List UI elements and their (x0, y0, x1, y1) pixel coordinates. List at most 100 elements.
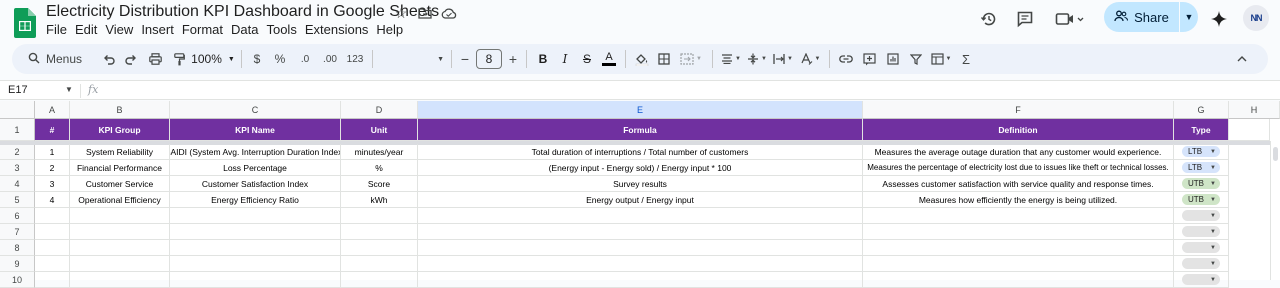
text-rotation-icon[interactable]: ▼ (796, 47, 824, 71)
table-cell-formula[interactable]: Total duration of interruptions / Total … (418, 144, 863, 160)
insert-comment-icon[interactable] (857, 47, 881, 71)
empty-cell[interactable] (70, 240, 170, 256)
share-button[interactable]: Share ▼ (1104, 2, 1198, 32)
table-cell-type[interactable]: ▼ (1174, 256, 1229, 272)
chevron-down-icon[interactable]: ▼ (1180, 2, 1198, 32)
type-dropdown-chip[interactable]: LTB ▼ (1182, 146, 1220, 157)
type-dropdown-chip[interactable]: UTB ▼ (1182, 194, 1220, 205)
empty-cell[interactable] (70, 256, 170, 272)
table-cell-type[interactable]: LTB ▼ (1174, 160, 1229, 176)
table-cell-type[interactable]: UTB ▼ (1174, 192, 1229, 208)
empty-cell[interactable] (341, 240, 418, 256)
empty-cell[interactable] (70, 208, 170, 224)
table-cell-type[interactable]: UTB ▼ (1174, 176, 1229, 192)
empty-cell[interactable] (418, 240, 863, 256)
table-cell-type[interactable]: ▼ (1174, 272, 1229, 288)
column-header-f[interactable]: F (863, 101, 1174, 119)
sheets-logo-icon[interactable] (14, 8, 36, 38)
empty-cell[interactable] (418, 224, 863, 240)
filter-views-icon[interactable]: ▼ (927, 47, 955, 71)
history-icon[interactable] (978, 8, 1000, 30)
meet-icon[interactable] (1054, 8, 1086, 30)
table-cell-type[interactable]: ▼ (1174, 240, 1229, 256)
menu-data[interactable]: Data (231, 22, 265, 37)
functions-icon[interactable]: Σ (955, 47, 977, 71)
row-header[interactable]: 6 (0, 208, 35, 224)
column-header-g[interactable]: G (1174, 101, 1229, 119)
redo-icon[interactable] (120, 47, 142, 71)
text-wrapping-icon[interactable]: ▼ (770, 47, 796, 71)
table-cell-kpi-group[interactable]: Customer Service (70, 176, 170, 192)
empty-cell[interactable] (341, 256, 418, 272)
collapse-toolbar-icon[interactable] (1222, 47, 1262, 71)
type-dropdown-chip[interactable]: ▼ (1182, 210, 1220, 221)
table-cell-kpi-name[interactable]: Energy Efficiency Ratio (170, 192, 341, 208)
table-cell-kpi-group[interactable]: Financial Performance (70, 160, 170, 176)
document-title[interactable]: Electricity Distribution KPI Dashboard i… (46, 3, 439, 21)
vertical-scrollbar-thumb[interactable] (1273, 147, 1278, 161)
empty-cell[interactable] (341, 272, 418, 288)
zoom-select[interactable]: 100% ▼ (190, 47, 236, 71)
table-cell-number[interactable]: 4 (35, 192, 70, 208)
type-dropdown-chip[interactable]: ▼ (1182, 258, 1220, 269)
empty-cell[interactable] (70, 272, 170, 288)
table-cell-unit[interactable]: kWh (341, 192, 418, 208)
row-header[interactable]: 7 (0, 224, 35, 240)
empty-cell[interactable] (341, 208, 418, 224)
empty-cell[interactable] (35, 272, 70, 288)
table-cell-definition[interactable]: Assesses customer satisfaction with serv… (863, 176, 1174, 192)
table-cell-number[interactable]: 3 (35, 176, 70, 192)
header-cell-number[interactable]: # (35, 119, 70, 141)
strikethrough-icon[interactable]: S (576, 47, 598, 71)
percent-format-button[interactable]: % (267, 47, 293, 71)
font-size-field[interactable]: 8 (473, 47, 505, 71)
paint-format-icon[interactable] (168, 47, 190, 71)
empty-cell[interactable] (170, 208, 341, 224)
table-cell-unit[interactable]: minutes/year (341, 144, 418, 160)
column-header-d[interactable]: D (341, 101, 418, 119)
menu-file[interactable]: File (46, 22, 74, 37)
table-cell-kpi-group[interactable]: Operational Efficiency (70, 192, 170, 208)
menu-extensions[interactable]: Extensions (305, 22, 376, 37)
move-folder-icon[interactable] (416, 4, 434, 22)
row-header[interactable]: 1 (0, 119, 35, 141)
column-header-h[interactable]: H (1229, 101, 1280, 119)
increase-font-size-button[interactable]: + (505, 47, 521, 71)
share-main-button[interactable]: Share (1104, 2, 1180, 32)
column-header-c[interactable]: C (170, 101, 341, 119)
table-cell-kpi-name[interactable]: Loss Percentage (170, 160, 341, 176)
row-header[interactable]: 9 (0, 256, 35, 272)
table-cell-kpi-name[interactable]: Customer Satisfaction Index (170, 176, 341, 192)
table-cell-definition[interactable]: Measures the percentage of electricity l… (863, 160, 1174, 176)
select-all-corner[interactable] (0, 101, 35, 119)
row-header[interactable]: 2 (0, 144, 35, 160)
table-cell-unit[interactable]: % (341, 160, 418, 176)
table-cell-definition[interactable]: Measures how efficiently the energy is b… (863, 192, 1174, 208)
table-cell-kpi-group[interactable]: System Reliability (70, 144, 170, 160)
comment-icon[interactable] (1014, 8, 1036, 30)
empty-cell[interactable] (863, 240, 1174, 256)
empty-cell[interactable] (341, 224, 418, 240)
print-icon[interactable] (142, 47, 168, 71)
header-cell-kpi-name[interactable]: KPI Name (170, 119, 341, 141)
header-cell-definition[interactable]: Definition (863, 119, 1174, 141)
header-cell-kpi-group[interactable]: KPI Group (70, 119, 170, 141)
empty-cell[interactable] (418, 208, 863, 224)
empty-cell[interactable] (863, 224, 1174, 240)
column-header-b[interactable]: B (70, 101, 170, 119)
column-header-a[interactable]: A (35, 101, 70, 119)
undo-icon[interactable] (98, 47, 120, 71)
table-cell-type[interactable]: ▼ (1174, 224, 1229, 240)
menu-edit[interactable]: Edit (75, 22, 104, 37)
row-header[interactable]: 10 (0, 272, 35, 288)
font-family-select[interactable]: ▼ (378, 47, 446, 71)
menu-insert[interactable]: Insert (141, 22, 181, 37)
header-cell-unit[interactable]: Unit (341, 119, 418, 141)
empty-cell[interactable] (170, 224, 341, 240)
insert-chart-icon[interactable] (881, 47, 905, 71)
empty-cell[interactable] (863, 208, 1174, 224)
name-box[interactable]: E17 (8, 84, 68, 96)
row-header[interactable]: 8 (0, 240, 35, 256)
insert-link-icon[interactable] (835, 47, 857, 71)
empty-cell[interactable] (170, 240, 341, 256)
